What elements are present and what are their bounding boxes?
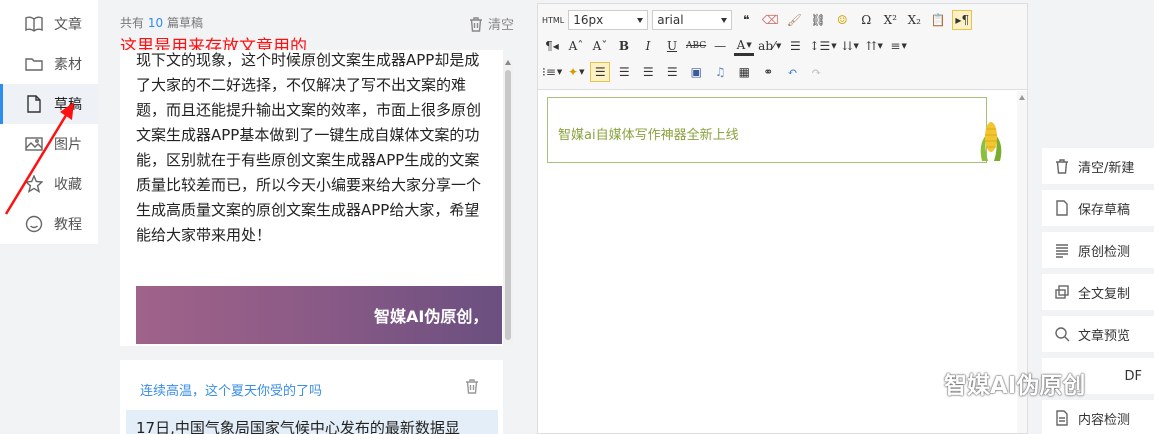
nav-item-label: 文章: [54, 17, 82, 33]
insert-image-icon[interactable]: ▦: [734, 62, 754, 82]
font-size-select[interactable]: 16px: [568, 10, 649, 30]
superscript-icon[interactable]: X²: [880, 10, 900, 30]
copy-all-button[interactable]: 全文复制: [1042, 274, 1154, 310]
nav-item-favorites[interactable]: 收藏: [0, 164, 98, 204]
redo-icon[interactable]: ↷: [806, 62, 826, 82]
app-root: 文章 素材 草稿 图片 收藏 教程 共有 10 篇草稿 清空 这里是用来存放文章…: [0, 0, 1154, 434]
align-justify-icon[interactable]: ☰: [662, 62, 682, 82]
drafts-count: 共有 10 篇草稿: [120, 16, 203, 30]
undo-icon[interactable]: ↶: [782, 62, 802, 82]
clear-drafts-button[interactable]: 清空: [468, 14, 514, 33]
format-painter-icon[interactable]: 🖌: [784, 10, 804, 30]
magic-wand-icon[interactable]: ✦ ▼: [566, 62, 586, 82]
draft-card-snippet: 17日,中国气象局国家气候中心发布的最新数据显: [126, 410, 498, 434]
folder-icon: [24, 54, 44, 74]
highlight-icon[interactable]: ab⁄ ▼: [758, 36, 781, 56]
font-family-select[interactable]: arial: [652, 10, 733, 30]
promo-box: 智媒ai自媒体写作神器全新上线: [547, 97, 987, 163]
italic-icon[interactable]: I: [638, 36, 658, 56]
toolbar-row-2: ¶◂ Aˆ Aˇ B I U ABC — A ▼ ab⁄ ▼ ☰ ↕☰ ▼ ⇊ ▼ ⇈ ▼…: [542, 34, 913, 58]
drafts-count-number: 10: [147, 16, 164, 30]
font-bold-alt-icon[interactable]: Aˆ: [566, 36, 586, 56]
delete-draft-button[interactable]: [464, 378, 480, 398]
star-icon: [24, 174, 44, 194]
align-center-icon[interactable]: ☰: [614, 62, 634, 82]
align-right-icon[interactable]: ☰: [638, 62, 658, 82]
ordered-list-icon[interactable]: ≡ ▼: [889, 36, 909, 56]
scroll-up-arrow[interactable]: [1019, 95, 1025, 100]
draft-card-banner: 智媒AI伪原创，: [136, 286, 502, 344]
link-icon[interactable]: ⛓: [808, 10, 828, 30]
strikethrough-icon[interactable]: ABC: [686, 36, 706, 56]
line-height-icon[interactable]: ↕☰ ▼: [809, 36, 836, 56]
corn-icon: [980, 122, 1002, 161]
smile-icon: [24, 214, 44, 234]
bold-icon[interactable]: B: [614, 36, 634, 56]
draft-card[interactable]: 连续高温，这个夏天你受的了吗 17日,中国气象局国家气候中心发布的最新数据显: [120, 360, 503, 434]
blockquote-icon[interactable]: ❝: [736, 10, 756, 30]
eraser-icon[interactable]: ⌫: [760, 10, 780, 30]
nav-item-articles[interactable]: 文章: [0, 4, 98, 44]
file-icon: [1056, 200, 1068, 216]
nav-item-tutorials[interactable]: 教程: [0, 204, 98, 244]
watermark: 智媒AI伪原创: [900, 366, 1085, 400]
nav-item-label: 图片: [54, 137, 82, 153]
font-shadow-icon[interactable]: Aˇ: [590, 36, 610, 56]
doc-icon: [1056, 410, 1068, 426]
trash-icon: [470, 16, 482, 32]
ltr-direction-icon[interactable]: ▸¶: [952, 10, 973, 30]
originality-check-button[interactable]: 原创检测: [1042, 232, 1154, 268]
subscript-icon[interactable]: X₂: [904, 10, 924, 30]
content-check-button[interactable]: 内容检测: [1042, 400, 1154, 434]
nav-item-label: 草稿: [54, 97, 82, 113]
align-left-icon[interactable]: ☰: [590, 62, 611, 82]
paragraph-spacing-icon[interactable]: ⇊ ▼: [841, 36, 861, 56]
special-char-icon[interactable]: Ω: [856, 10, 876, 30]
font-color-icon[interactable]: A ▼: [734, 36, 755, 56]
insert-video-icon[interactable]: ▣: [686, 62, 706, 82]
draft-card[interactable]: 现下文的现象，这个时候原创文案生成器APP却是成了大家的不二好选择，不仅解决了写…: [120, 50, 503, 346]
clear-new-button[interactable]: 清空/新建: [1042, 148, 1154, 184]
nav-item-materials[interactable]: 素材: [0, 44, 98, 84]
toolbar-row-3: ⁝≡ ▼ ✦ ▼ ☰ ☰ ☰ ☰ ▣ ♫ ▦ ⚭ ↶ ↷: [542, 60, 830, 84]
left-nav: 文章 素材 草稿 图片 收藏 教程: [0, 0, 98, 244]
rtl-direction-icon[interactable]: ¶◂: [542, 36, 562, 56]
toolbar-row-1: HTML 16px arial ❝ ⌫ 🖌 ⛓ ☺ Ω X² X₂ 📋 ▸¶: [542, 8, 976, 32]
nav-item-label: 收藏: [54, 177, 82, 193]
draft-card-scrollbar[interactable]: [503, 60, 513, 346]
save-draft-button[interactable]: 保存草稿: [1042, 190, 1154, 226]
image-icon: [24, 134, 44, 154]
html-source-button[interactable]: HTML: [542, 10, 564, 30]
nav-item-label: 素材: [54, 57, 82, 73]
draft-card-title[interactable]: 连续高温，这个夏天你受的了吗: [140, 380, 322, 399]
find-replace-icon[interactable]: ⚭: [758, 62, 778, 82]
wechat-icon: [901, 371, 932, 394]
para-spacing-top-icon[interactable]: ⇈ ▼: [865, 36, 885, 56]
preview-article-button[interactable]: 文章预览: [1042, 316, 1154, 352]
horizontal-rule-icon[interactable]: —: [710, 36, 730, 56]
file-icon: [24, 94, 44, 114]
paste-icon[interactable]: 📋: [928, 10, 948, 30]
underline-icon[interactable]: U: [662, 36, 682, 56]
draft-card-text: 现下文的现象，这个时候原创文案生成器APP却是成了大家的不二好选择，不仅解决了写…: [136, 51, 482, 244]
book-icon: [24, 14, 44, 34]
scrollbar-thumb[interactable]: [505, 70, 511, 340]
drafts-panel: 共有 10 篇草稿 清空 这里是用来存放文章用的 现下文的现象，这个时候原创文案…: [110, 0, 528, 434]
trash-icon: [1056, 159, 1068, 174]
scroll-up-arrow[interactable]: [505, 60, 511, 65]
search-icon: [1055, 327, 1070, 342]
insert-music-icon[interactable]: ♫: [710, 62, 730, 82]
lines-icon: [1056, 244, 1068, 258]
copy-icon: [1055, 285, 1069, 299]
trash-icon: [466, 379, 478, 394]
editor-toolbar: HTML 16px arial ❝ ⌫ 🖌 ⛓ ☺ Ω X² X₂ 📋 ▸¶ ¶…: [538, 4, 1027, 90]
indent-icon[interactable]: ☰: [785, 36, 805, 56]
unordered-list-icon[interactable]: ⁝≡ ▼: [542, 62, 562, 82]
nav-item-label: 教程: [54, 217, 82, 233]
nav-item-drafts[interactable]: 草稿: [0, 84, 98, 124]
nav-item-images[interactable]: 图片: [0, 124, 98, 164]
emoji-icon[interactable]: ☺: [832, 10, 852, 30]
